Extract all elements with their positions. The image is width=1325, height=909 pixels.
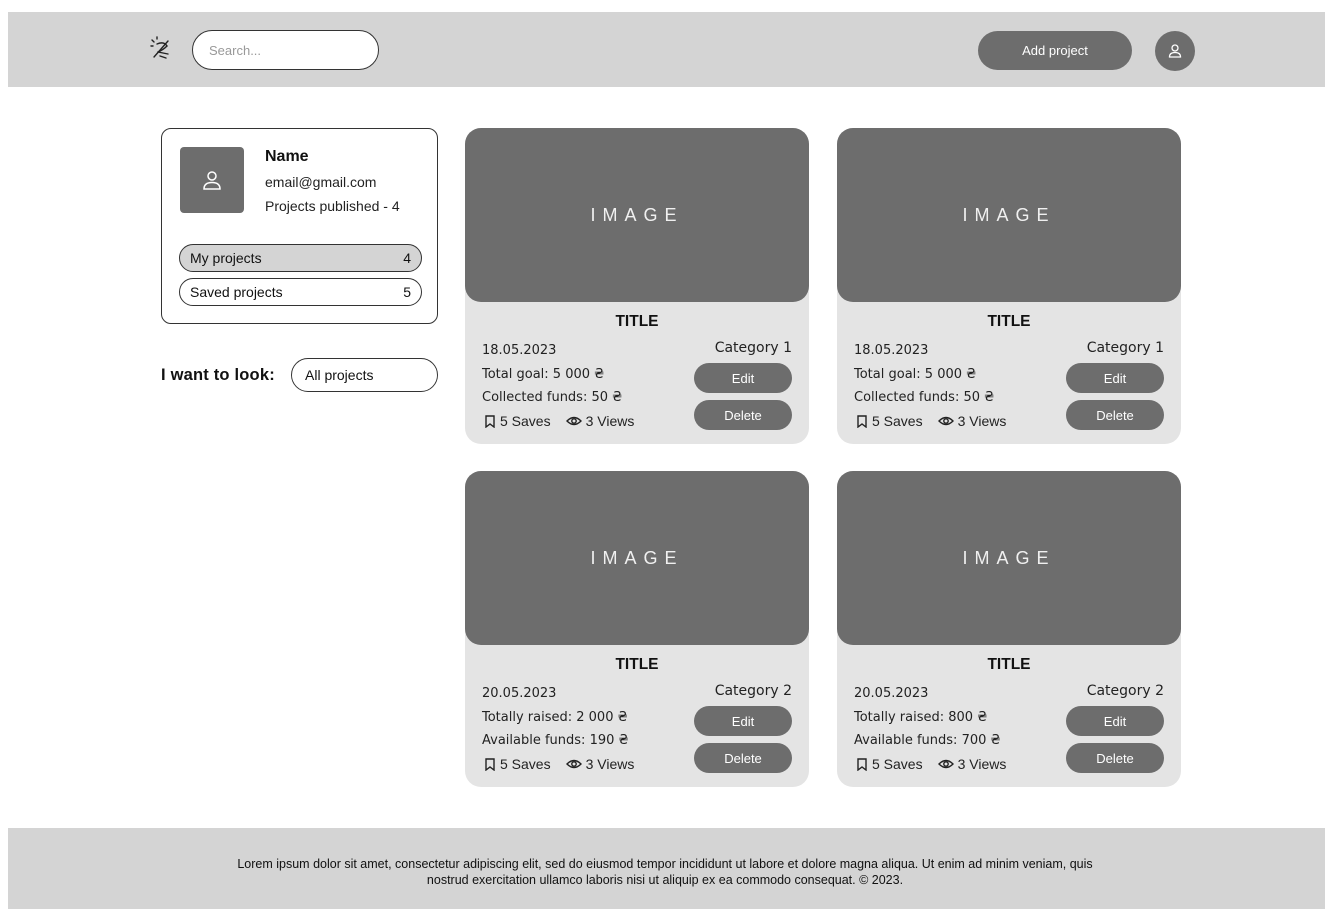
edit-button[interactable]: Edit [694,363,792,393]
search-box[interactable] [192,30,379,70]
project-title: TITLE [615,656,659,673]
menu-item-count: 4 [403,250,411,266]
menu-item-label: Saved projects [190,284,283,300]
delete-button[interactable]: Delete [1066,743,1164,773]
project-date: 18.05.2023 [482,343,557,358]
eye-icon [937,759,954,769]
profile-name: Name [265,148,309,165]
views-stat: 3 Views [565,756,635,772]
profile-email: email@gmail.com [265,174,377,190]
user-icon [203,171,221,190]
project-date: 20.05.2023 [854,686,929,701]
filter-label: I want to look: [161,366,275,384]
menu-item-label: My projects [190,250,262,266]
views-stat: 3 Views [565,413,635,429]
menu-item-saved-projects[interactable]: Saved projects 5 [179,278,422,306]
project-card: IMAGE TITLE Category 1 18.05.2023 Total … [465,128,809,444]
add-project-button[interactable]: Add project [978,31,1132,70]
project-date: 20.05.2023 [482,686,557,701]
saves-stat: 5 Saves [856,413,923,429]
saves-stat: 5 Saves [484,756,551,772]
project-stats: 5 Saves 3 Views [484,413,649,429]
header: Add project [8,12,1325,87]
footer-text: Lorem ipsum dolor sit amet, consectetur … [237,857,1093,887]
project-category: Category 2 [1086,683,1164,699]
project-category: Category 1 [714,340,792,356]
profile-avatar [180,147,244,213]
project-image-placeholder: IMAGE [465,128,809,302]
menu-item-count: 5 [403,284,411,300]
footer: Lorem ipsum dolor sit amet, consectetur … [8,828,1325,909]
project-date: 18.05.2023 [854,343,929,358]
logo-icon[interactable] [148,36,174,62]
bookmark-icon [485,414,495,428]
project-stats: 5 Saves 3 Views [856,413,1021,429]
views-count: 3 Views [585,413,635,429]
project-image-placeholder: IMAGE [465,471,809,645]
bookmark-icon [857,414,867,428]
project-funds: Collected funds: 50 ₴ [854,390,995,405]
filter-select[interactable]: All projects [291,358,438,392]
project-image-placeholder: IMAGE [837,471,1181,645]
saves-stat: 5 Saves [856,756,923,772]
project-category: Category 1 [1086,340,1164,356]
eye-icon [565,759,582,769]
bookmark-icon [857,757,867,771]
views-stat: 3 Views [937,413,1007,429]
delete-button[interactable]: Delete [1066,400,1164,430]
project-image-placeholder: IMAGE [837,128,1181,302]
eye-icon [565,416,582,426]
edit-button[interactable]: Edit [1066,363,1164,393]
projects-published-count: Projects published - 4 [265,198,400,214]
project-title: TITLE [987,313,1031,330]
views-count: 3 Views [957,756,1007,772]
project-goal: Total goal: 5 000 ₴ [854,367,977,382]
project-goal: Total goal: 5 000 ₴ [482,367,605,382]
project-title: TITLE [987,656,1031,673]
page: Add project Name email@gmail.com Project… [8,12,1325,909]
menu-item-my-projects[interactable]: My projects 4 [179,244,422,272]
project-stats: 5 Saves 3 Views [484,756,649,772]
saves-count: 5 Saves [500,756,551,772]
views-stat: 3 Views [937,756,1007,772]
project-category: Category 2 [714,683,792,699]
project-stats: 5 Saves 3 Views [856,756,1021,772]
project-card: IMAGE TITLE Category 2 20.05.2023 Totall… [465,471,809,787]
bookmark-icon [485,757,495,771]
edit-button[interactable]: Edit [1066,706,1164,736]
views-count: 3 Views [585,756,635,772]
project-raised: Totally raised: 2 000 ₴ [482,710,628,725]
views-count: 3 Views [957,413,1007,429]
delete-button[interactable]: Delete [694,400,792,430]
edit-button[interactable]: Edit [694,706,792,736]
user-icon [1168,44,1182,58]
search-input[interactable] [193,31,378,69]
delete-button[interactable]: Delete [694,743,792,773]
project-funds: Collected funds: 50 ₴ [482,390,623,405]
project-raised: Totally raised: 800 ₴ [854,710,988,725]
project-card: IMAGE TITLE Category 2 20.05.2023 Totall… [837,471,1181,787]
project-card: IMAGE TITLE Category 1 18.05.2023 Total … [837,128,1181,444]
saves-count: 5 Saves [872,413,923,429]
eye-icon [937,416,954,426]
project-funds: Available funds: 190 ₴ [482,733,629,748]
saves-count: 5 Saves [872,756,923,772]
project-title: TITLE [615,313,659,330]
profile-card: Name email@gmail.com Projects published … [161,128,438,324]
saves-stat: 5 Saves [484,413,551,429]
user-avatar-button[interactable] [1155,31,1195,71]
project-funds: Available funds: 700 ₴ [854,733,1001,748]
saves-count: 5 Saves [500,413,551,429]
